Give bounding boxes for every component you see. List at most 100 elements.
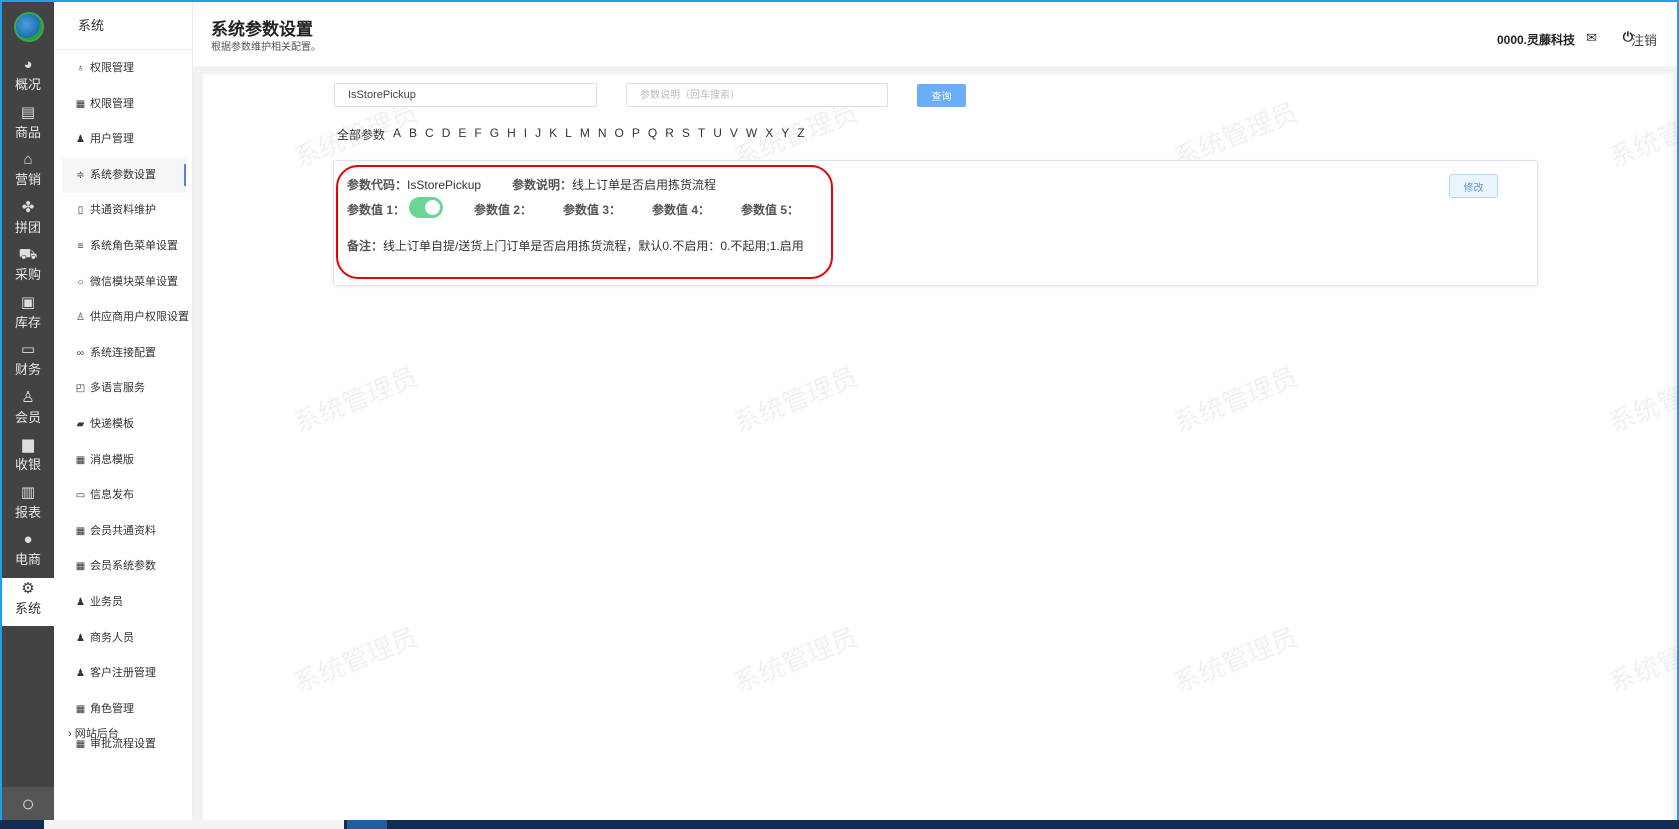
nav-item-4[interactable]: ⛟ 采购 <box>2 244 54 292</box>
grid-icon: ▦ <box>75 454 86 466</box>
app-logo <box>14 12 44 42</box>
submenu-item[interactable]: ∞ 系统连接配置 <box>62 336 186 371</box>
param-value-1-label: 参数值 1： <box>347 203 406 217</box>
submenu-item[interactable]: ≑ 系统参数设置 <box>62 157 186 193</box>
submenu-item[interactable]: ▦ 会员共通资料 <box>62 514 186 549</box>
submenu-item[interactable]: ♁ 权限管理 <box>62 51 186 86</box>
submenu-item[interactable]: ♙ 供应商用户权限设置 <box>62 300 189 335</box>
page-subtitle: 根据参数维护相关配置。 <box>211 42 321 53</box>
submenu-item[interactable]: ♟ 用户管理 <box>62 122 186 157</box>
system-submenu: 系统 ♁ 权限管理 ▦ 权限管理 ♟ 用户管理 ≑ 系统参数设置 ▯ 共通资料维护 ≡ 系统角色菜单设… <box>54 2 193 820</box>
money-icon: ▭ <box>20 341 36 358</box>
grid-icon: ▦ <box>75 561 86 573</box>
nav-item-11[interactable]: ⚙ 系统 <box>2 578 54 626</box>
search-icon[interactable]: ○ <box>2 787 54 820</box>
letter-filter-item[interactable]: C <box>425 126 434 143</box>
page-header: 系统参数设置 根据参数维护相关配置。 0000.灵藤科技 ✉ ⏻ 注销 <box>193 2 1677 66</box>
submenu-item[interactable]: ▰ 快递模板 <box>62 407 186 442</box>
letter-filter-item[interactable]: P <box>632 126 640 143</box>
letter-filter-item[interactable]: Q <box>648 126 657 143</box>
query-button[interactable]: 查询 <box>917 84 966 107</box>
edit-button[interactable]: 修改 <box>1449 174 1498 198</box>
letter-filter-item[interactable]: L <box>565 126 572 143</box>
submenu-item[interactable]: ▭ 信息发布 <box>62 478 186 513</box>
submenu-item[interactable]: ♟ 业务员 <box>62 585 186 620</box>
nav-item-1[interactable]: ▤ 商品 <box>2 102 54 150</box>
submenu-item[interactable]: ▦ 权限管理 <box>62 87 186 122</box>
submenu-item[interactable]: ▦ 消息模版 <box>62 443 186 478</box>
chevron-right-icon: › <box>68 728 75 740</box>
param-value-3-label: 参数值 3： <box>563 203 622 217</box>
nav-item-8[interactable]: ▆ 收银 <box>2 434 54 482</box>
link-icon: ∞ <box>76 347 85 359</box>
letter-filter-item[interactable]: H <box>507 126 516 143</box>
chat-icon: ○ <box>77 276 84 288</box>
tag-icon: ⌂ <box>23 151 33 168</box>
submenu-group-website-backend[interactable]: › 网站后台 <box>54 724 178 744</box>
nav-item-0[interactable]: ◕ 概况 <box>2 54 54 102</box>
letter-filter-item[interactable]: V <box>730 126 738 143</box>
submenu-item[interactable]: ○ 微信模块菜单设置 <box>62 265 186 300</box>
letter-filter-item[interactable]: A <box>393 126 401 143</box>
users-icon: ♟ <box>76 668 85 680</box>
letter-filter-item[interactable]: B <box>409 126 417 143</box>
letter-filter-item[interactable]: O <box>614 126 623 143</box>
letter-filter-item[interactable]: G <box>490 126 499 143</box>
box-icon: ▣ <box>20 293 36 311</box>
letter-filter-item[interactable]: Z <box>797 126 804 143</box>
nav-item-10[interactable]: ● 电商 <box>2 529 54 577</box>
logout-link[interactable]: 注销 <box>1631 30 1657 49</box>
param-code-input[interactable] <box>334 83 597 107</box>
letter-filter-item[interactable]: D <box>442 126 451 143</box>
letter-filter-item[interactable]: N <box>598 126 607 143</box>
submenu-item[interactable]: ▦ 角色管理 <box>62 692 186 727</box>
letter-filter: 全部参数 A B C D E F G H I J K L M N O P Q R S T U V W X Y Z <box>337 126 813 143</box>
submenu-item[interactable]: ♟ 商务人员 <box>62 621 186 656</box>
param-value-1-toggle[interactable] <box>409 197 443 218</box>
letter-filter-item[interactable]: K <box>549 126 557 143</box>
nav-item-3[interactable]: ✤ 拼团 <box>2 197 54 245</box>
nav-item-5[interactable]: ▣ 库存 <box>2 292 54 340</box>
os-taskbar <box>0 820 1679 829</box>
mail-icon[interactable]: ✉ <box>1586 30 1597 46</box>
nav-item-2[interactable]: ⌂ 营销 <box>2 149 54 197</box>
cart-icon: ⛟ <box>18 246 38 263</box>
current-company[interactable]: 0000.灵藤科技 <box>1497 31 1575 48</box>
person-icon: ♟ <box>76 632 85 644</box>
letter-filter-item[interactable]: E <box>458 126 466 143</box>
letter-filter-item[interactable]: M <box>580 126 590 143</box>
letter-filter-item[interactable]: Y <box>781 126 789 143</box>
submenu-item[interactable]: ▦ 会员系统参数 <box>62 549 186 584</box>
letter-filter-item[interactable]: F <box>474 126 481 143</box>
letter-filter-item[interactable]: U <box>713 126 722 143</box>
submenu-item[interactable]: ◰ 多语言服务 <box>62 371 186 406</box>
book-icon: ▯ <box>77 205 84 217</box>
letter-filter-item[interactable]: T <box>698 126 705 143</box>
param-value-2-label: 参数值 2： <box>474 203 533 217</box>
letter-filter-item[interactable]: 全部参数 <box>337 126 385 143</box>
param-note: 备注：线上订单自提/送货上门订单是否启用拣货流程，默认0.不启用：0.不起用;1… <box>347 239 804 253</box>
grid-icon: ▦ <box>75 703 86 715</box>
letter-filter-item[interactable]: R <box>665 126 674 143</box>
truck-icon: ▰ <box>76 419 85 430</box>
submenu-item[interactable]: ▯ 共通资料维护 <box>62 193 186 228</box>
key-icon: ♁ <box>76 63 85 74</box>
submenu-item[interactable]: ♟ 客户注册管理 <box>62 656 186 691</box>
letter-filter-item[interactable]: I <box>524 126 527 143</box>
param-desc-search-input[interactable] <box>626 83 888 107</box>
letter-filter-item[interactable]: J <box>535 126 541 143</box>
dashboard-icon: ◕ <box>23 56 33 73</box>
param-value-5-label: 参数值 5： <box>741 203 800 217</box>
param-description: 参数说明：线上订单是否启用拣货流程 <box>512 178 717 192</box>
letter-filter-item[interactable]: W <box>746 126 757 143</box>
nav-item-9[interactable]: ▥ 报表 <box>2 482 54 530</box>
grid-icon: ▦ <box>75 525 86 537</box>
gear-icon: ⚙ <box>21 580 35 597</box>
letter-filter-item[interactable]: X <box>765 126 773 143</box>
chart-board-icon: ▥ <box>20 483 36 501</box>
letter-filter-item[interactable]: S <box>682 126 690 143</box>
nav-item-7[interactable]: ♙ 会员 <box>2 387 54 435</box>
submenu-title: 系统 <box>54 2 192 50</box>
nav-item-6[interactable]: ▭ 财务 <box>2 339 54 387</box>
submenu-item[interactable]: ≡ 系统角色菜单设置 <box>62 229 186 264</box>
